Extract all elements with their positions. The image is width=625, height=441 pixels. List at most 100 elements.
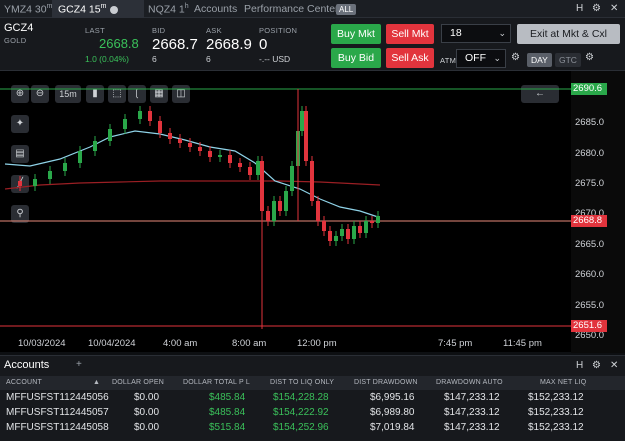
- dollar-open-cell: $0.00: [134, 392, 160, 403]
- dist-to-liq-cell: $154,222.92: [273, 407, 329, 418]
- chevron-down-icon: ⌄: [498, 28, 506, 38]
- tab-accounts[interactable]: Accounts: [194, 3, 237, 15]
- candle-body: [208, 151, 212, 157]
- sort-icon[interactable]: ▲: [93, 379, 100, 386]
- accounts-tab[interactable]: Accounts: [4, 359, 49, 371]
- sell-mkt-button[interactable]: Sell Mkt: [386, 24, 434, 44]
- price-chart[interactable]: [0, 71, 571, 353]
- all-badge[interactable]: ALL: [336, 4, 357, 15]
- symbol-name: GOLD: [4, 36, 27, 45]
- close-icon[interactable]: ✕: [610, 3, 618, 14]
- exit-at-mkt-button[interactable]: Exit at Mkt & Cxl: [517, 24, 620, 44]
- candle-body: [238, 163, 242, 167]
- account-cell: MFFUSFST112445058: [6, 422, 109, 433]
- candle-body: [218, 155, 222, 157]
- atm-dropdown[interactable]: OFF ⌄: [456, 49, 506, 68]
- candle-body: [48, 171, 52, 179]
- candle-body: [370, 221, 374, 223]
- candle-body: [284, 191, 288, 211]
- dist-drawdown-cell: $7,019.84: [370, 422, 415, 433]
- column-header[interactable]: DIST DRAWDOWN: [354, 379, 418, 386]
- candle-body: [300, 111, 304, 131]
- position-label: POSITION: [259, 26, 298, 35]
- tab-performance-center[interactable]: Performance Center: [244, 3, 339, 15]
- candle-body: [158, 121, 162, 133]
- ask-label: ASK: [206, 26, 222, 35]
- candle-body: [352, 226, 356, 239]
- candle-body: [310, 161, 314, 201]
- candle-body: [364, 221, 368, 233]
- order-settings-icon[interactable]: ⚙: [585, 52, 594, 63]
- candle-body: [188, 143, 192, 147]
- help-icon[interactable]: H: [576, 3, 583, 14]
- candle-body: [376, 216, 380, 223]
- candle-body: [346, 229, 350, 239]
- tab-ymz4[interactable]: YMZ4 30m: [4, 3, 52, 16]
- table-row[interactable]: MFFUSFST112445056 $0.00 $485.84 $154,228…: [0, 391, 625, 405]
- column-header[interactable]: MAX NET LIQ: [540, 379, 586, 386]
- candle-body: [33, 179, 37, 186]
- max-net-liq-cell: $152,233.12: [528, 392, 584, 403]
- atm-settings-icon[interactable]: ⚙: [511, 52, 520, 63]
- atm-value: OFF: [465, 52, 486, 64]
- ask-price: 2668.9: [206, 36, 252, 53]
- price-tick: 2655.0: [575, 300, 605, 311]
- time-label: 10/04/2024: [88, 338, 136, 349]
- buy-bid-button[interactable]: Buy Bid: [331, 48, 381, 68]
- symbol: GCZ4: [4, 22, 34, 34]
- total-pl-cell: $515.84: [209, 422, 246, 433]
- column-header[interactable]: DRAWDOWN AUTO: [436, 379, 503, 386]
- candle-body: [256, 161, 260, 175]
- chart-area[interactable]: ⊕ ⊖ 15m ▮ ⬚ ❲ ▦ ◫ ✦ ▤ ╱ ⚲ ← 2685.0 2680.…: [0, 70, 625, 353]
- accounts-panel: Accounts + H ⚙ ✕ ACCOUNT ▲ DOLLAR OPEN D…: [0, 355, 625, 441]
- close-icon[interactable]: ✕: [610, 360, 618, 371]
- quantity-dropdown[interactable]: 18 ⌄: [441, 24, 511, 43]
- settings-icon[interactable]: ⚙: [592, 360, 601, 371]
- gtc-toggle[interactable]: GTC: [555, 53, 581, 67]
- tab-close-icon[interactable]: [110, 5, 119, 14]
- total-pl-cell: $485.84: [209, 392, 246, 403]
- max-net-liq-cell: $152,233.12: [528, 407, 584, 418]
- candle-body: [78, 151, 82, 163]
- tab-nqz4[interactable]: NQZ4 1h: [148, 3, 189, 16]
- tab-gcz4[interactable]: GCZ4 15m: [58, 3, 119, 16]
- candle-body: [63, 163, 67, 171]
- table-row[interactable]: MFFUSFST112445058 $0.00 $515.84 $154,252…: [0, 421, 625, 435]
- total-pl-cell: $485.84: [209, 407, 246, 418]
- add-tab-button[interactable]: +: [76, 359, 82, 370]
- settings-icon[interactable]: ⚙: [592, 3, 601, 14]
- candle-body: [328, 231, 332, 241]
- atm-label: ATM: [440, 56, 457, 65]
- time-label: 4:00 am: [163, 338, 198, 349]
- quote-header: GCZ4 GOLD LAST 2668.8 1.0 (0.04%) BID 26…: [0, 18, 625, 70]
- price-tick: 2680.0: [575, 148, 605, 159]
- candle-body: [272, 201, 276, 221]
- help-icon[interactable]: H: [576, 360, 583, 371]
- chevron-down-icon: ⌄: [493, 53, 501, 63]
- candle-body: [93, 141, 97, 151]
- candle-body: [304, 111, 308, 161]
- column-header[interactable]: DIST TO LIQ ONLY: [270, 379, 334, 386]
- candle-body: [266, 211, 270, 221]
- column-header[interactable]: DOLLAR OPEN: [112, 379, 164, 386]
- buy-mkt-button[interactable]: Buy Mkt: [331, 24, 381, 44]
- candle-body: [168, 133, 172, 139]
- price-tick: 2660.0: [575, 269, 605, 280]
- drawdown-auto-cell: $147,233.12: [444, 407, 500, 418]
- candle-body: [18, 181, 22, 186]
- position-value: 0: [259, 36, 268, 53]
- quantity-value: 18: [450, 27, 462, 39]
- day-toggle[interactable]: DAY: [527, 53, 552, 67]
- sell-ask-button[interactable]: Sell Ask: [386, 48, 434, 68]
- table-row[interactable]: MFFUSFST112445057 $0.00 $485.84 $154,222…: [0, 406, 625, 420]
- candle-body: [198, 147, 202, 151]
- bid-size: 6: [152, 54, 157, 64]
- candle-body: [123, 119, 127, 129]
- candle-body: [316, 201, 320, 221]
- candle-body: [358, 226, 362, 233]
- dollar-open-cell: $0.00: [134, 422, 160, 433]
- bid-price: 2668.7: [152, 36, 198, 53]
- candle-body: [148, 111, 152, 121]
- column-header[interactable]: ACCOUNT: [6, 379, 42, 386]
- column-header[interactable]: DOLLAR TOTAL P L: [183, 379, 250, 386]
